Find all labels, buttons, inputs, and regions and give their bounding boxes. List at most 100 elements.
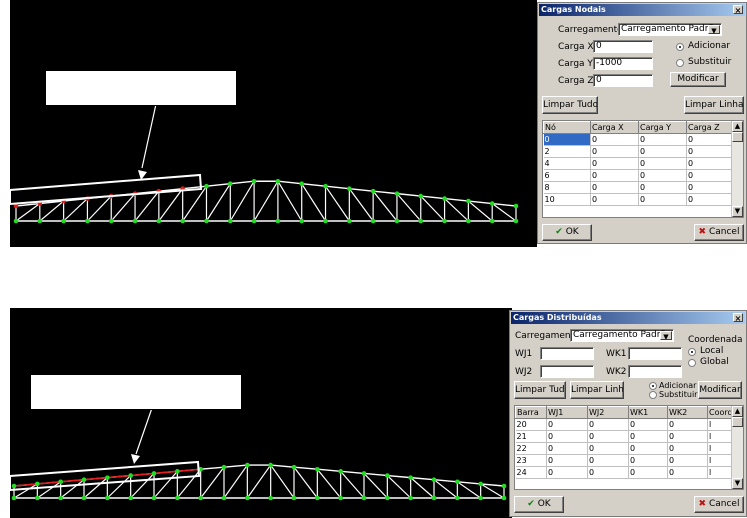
table-cell[interactable]: 2 bbox=[543, 145, 591, 158]
distributed-loads-grid[interactable]: Barra WJ1 WJ2 WK1 WK2 Coord 20 0 0 0 0 l 21 0 0 0 0 l 22 0… bbox=[514, 405, 744, 490]
table-cell[interactable]: 0 bbox=[686, 169, 734, 182]
cancel-button[interactable]: ✖ Cancel bbox=[694, 496, 744, 513]
table-cell[interactable]: 0 bbox=[587, 442, 629, 455]
ok-button[interactable]: ✔ OK bbox=[514, 496, 564, 513]
grid-scrollbar[interactable]: ▲ ▼ bbox=[731, 121, 743, 217]
table-cell[interactable]: 0 bbox=[638, 181, 687, 194]
table-cell[interactable]: 0 bbox=[628, 442, 668, 455]
carregamento-select[interactable]: Carregamento Padrão ▼ bbox=[618, 23, 722, 36]
table-cell[interactable]: 0 bbox=[667, 454, 708, 467]
table-cell[interactable]: 0 bbox=[590, 181, 639, 194]
column-header[interactable]: Carga X bbox=[590, 121, 639, 134]
table-cell[interactable]: 23 bbox=[515, 454, 547, 467]
limpar-linha-button[interactable]: Limpar Linha bbox=[570, 381, 624, 399]
scroll-down-icon[interactable]: ▼ bbox=[732, 206, 743, 217]
table-cell[interactable]: 0 bbox=[590, 133, 639, 146]
table-cell[interactable]: 0 bbox=[638, 157, 687, 170]
scroll-thumb[interactable] bbox=[732, 417, 743, 427]
adicionar-radio[interactable] bbox=[676, 43, 684, 51]
table-cell[interactable]: 0 bbox=[628, 466, 668, 479]
column-header[interactable]: WK1 bbox=[628, 406, 668, 419]
column-header[interactable]: Barra bbox=[515, 406, 547, 419]
table-cell[interactable]: 0 bbox=[546, 466, 588, 479]
carga-y-input[interactable]: -1000 bbox=[593, 57, 653, 70]
table-row[interactable]: 23 0 0 0 0 l bbox=[515, 454, 734, 467]
table-cell[interactable]: l bbox=[707, 454, 734, 467]
table-cell[interactable]: 0 bbox=[590, 193, 639, 206]
table-row[interactable]: 6000 bbox=[543, 169, 734, 182]
scroll-down-icon[interactable]: ▼ bbox=[732, 478, 743, 489]
modificar-button[interactable]: Modificar bbox=[698, 381, 742, 399]
table-cell[interactable]: 0 bbox=[667, 466, 708, 479]
adicionar-radio[interactable] bbox=[649, 382, 657, 390]
table-cell[interactable]: 0 bbox=[686, 193, 734, 206]
table-cell[interactable]: 0 bbox=[587, 454, 629, 467]
table-cell[interactable]: 0 bbox=[667, 442, 708, 455]
table-cell[interactable]: 0 bbox=[638, 133, 687, 146]
limpar-tudo-button[interactable]: Limpar Tudo bbox=[514, 381, 566, 399]
table-row[interactable]: 8000 bbox=[543, 181, 734, 194]
dropdown-arrow-icon[interactable]: ▼ bbox=[660, 331, 672, 341]
column-header[interactable]: WK2 bbox=[667, 406, 708, 419]
table-cell[interactable]: 0 bbox=[587, 466, 629, 479]
table-cell[interactable]: 4 bbox=[543, 157, 591, 170]
table-cell[interactable]: 0 bbox=[628, 418, 668, 431]
column-header[interactable]: Nó bbox=[543, 121, 591, 134]
column-header[interactable]: Carga Y bbox=[638, 121, 687, 134]
carga-x-input[interactable]: 0 bbox=[593, 40, 653, 53]
table-cell[interactable]: 0 bbox=[638, 193, 687, 206]
table-cell[interactable]: 0 bbox=[546, 430, 588, 443]
column-header[interactable]: Coord bbox=[707, 406, 734, 419]
table-cell[interactable]: 0 bbox=[546, 442, 588, 455]
table-cell[interactable]: 0 bbox=[638, 169, 687, 182]
table-cell[interactable]: 6 bbox=[543, 169, 591, 182]
close-icon[interactable]: × bbox=[733, 5, 743, 15]
wk1-input[interactable] bbox=[628, 347, 682, 360]
table-cell[interactable]: 0 bbox=[686, 133, 734, 146]
table-cell[interactable]: 0 bbox=[546, 418, 588, 431]
table-row[interactable]: 21 0 0 0 0 l bbox=[515, 430, 734, 443]
scroll-up-icon[interactable]: ▲ bbox=[732, 406, 743, 417]
grid-scrollbar[interactable]: ▲ ▼ bbox=[731, 406, 743, 489]
cancel-button[interactable]: ✖ Cancel bbox=[694, 224, 744, 241]
table-row[interactable]: 24 0 0 0 0 l bbox=[515, 466, 734, 479]
table-row[interactable]: 4000 bbox=[543, 157, 734, 170]
table-cell[interactable]: 0 bbox=[543, 133, 591, 146]
carga-z-input[interactable]: 0 bbox=[593, 74, 653, 87]
table-row[interactable]: 0000 bbox=[543, 133, 734, 146]
scroll-up-icon[interactable]: ▲ bbox=[732, 121, 743, 132]
table-cell[interactable]: 20 bbox=[515, 418, 547, 431]
column-header[interactable]: Carga Z bbox=[686, 121, 734, 134]
wj2-input[interactable] bbox=[540, 365, 594, 378]
table-cell[interactable]: 0 bbox=[590, 157, 639, 170]
bottom-viewport[interactable] bbox=[10, 308, 512, 518]
dropdown-arrow-icon[interactable]: ▼ bbox=[708, 25, 720, 35]
table-cell[interactable]: 0 bbox=[587, 418, 629, 431]
table-cell[interactable]: 0 bbox=[546, 454, 588, 467]
global-radio[interactable] bbox=[688, 359, 696, 367]
table-row[interactable]: 2000 bbox=[543, 145, 734, 158]
table-row[interactable]: 22 0 0 0 0 l bbox=[515, 442, 734, 455]
nodal-loads-grid[interactable]: Nó Carga X Carga Y Carga Z 0000200040006000… bbox=[542, 120, 744, 218]
column-header[interactable]: WJ2 bbox=[587, 406, 629, 419]
local-radio[interactable] bbox=[688, 348, 696, 356]
table-cell[interactable]: 0 bbox=[628, 430, 668, 443]
table-cell[interactable]: l bbox=[707, 418, 734, 431]
table-cell[interactable]: l bbox=[707, 442, 734, 455]
table-cell[interactable]: l bbox=[707, 430, 734, 443]
table-cell[interactable]: 0 bbox=[638, 145, 687, 158]
table-cell[interactable]: l bbox=[707, 466, 734, 479]
table-cell[interactable]: 0 bbox=[628, 454, 668, 467]
table-cell[interactable]: 21 bbox=[515, 430, 547, 443]
close-icon[interactable]: × bbox=[733, 313, 743, 323]
limpar-linha-button[interactable]: Limpar Linha bbox=[684, 96, 744, 114]
table-row[interactable]: 10 0 0 0 bbox=[543, 193, 734, 206]
table-cell[interactable]: 22 bbox=[515, 442, 547, 455]
table-cell[interactable]: 0 bbox=[667, 418, 708, 431]
wj1-input[interactable] bbox=[540, 347, 594, 360]
table-cell[interactable]: 0 bbox=[686, 181, 734, 194]
table-cell[interactable]: 0 bbox=[590, 145, 639, 158]
wk2-input[interactable] bbox=[628, 365, 682, 378]
substituir-radio[interactable] bbox=[649, 391, 657, 399]
modificar-button[interactable]: Modificar bbox=[670, 72, 726, 87]
